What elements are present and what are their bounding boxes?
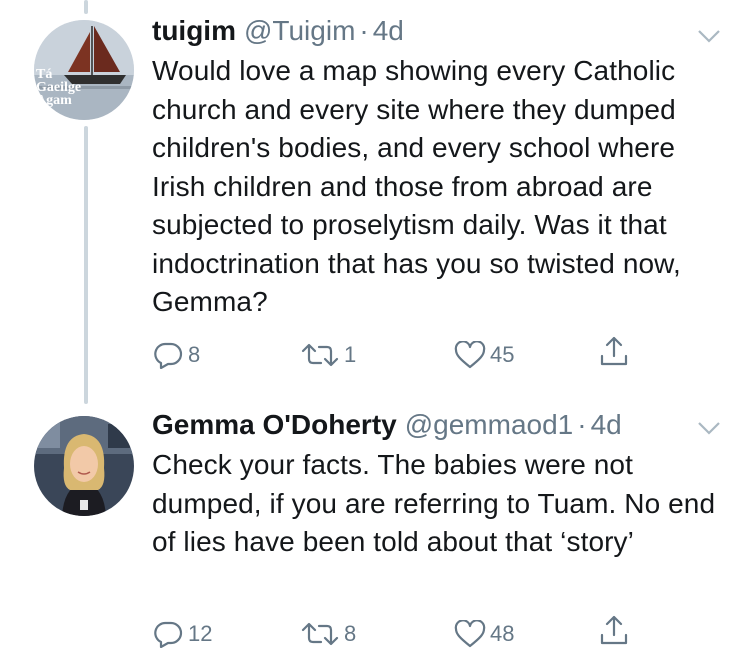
heart-icon xyxy=(454,341,486,369)
heart-icon xyxy=(454,620,486,648)
separator-dot: · xyxy=(577,409,587,440)
reply-button[interactable]: 12 xyxy=(154,617,212,651)
reply-count: 8 xyxy=(188,342,201,367)
avatar-caption: Tá Gaeilge Agam xyxy=(36,67,82,108)
retweet-button[interactable]: 1 xyxy=(300,338,356,372)
like-count: 45 xyxy=(490,342,515,367)
like-count: 48 xyxy=(490,621,515,646)
separator-dot: · xyxy=(359,15,369,46)
tweet[interactable]: Gemma O'Doherty @gemmaod1 · 4d Check you… xyxy=(0,400,750,671)
display-name[interactable]: Gemma O'Doherty xyxy=(152,408,397,442)
reply-button[interactable]: 8 xyxy=(154,338,200,372)
timestamp[interactable]: 4d xyxy=(591,408,622,442)
tweet[interactable]: Tá Gaeilge Agam tuigim @Tuigim · 4d Woul… xyxy=(0,0,750,400)
avatar[interactable]: Tá Gaeilge Agam xyxy=(34,20,134,120)
action-bar: 12 8 48 xyxy=(152,615,652,651)
reply-count: 12 xyxy=(188,621,213,646)
share-icon xyxy=(600,336,628,366)
user-handle[interactable]: @gemmaod1 xyxy=(405,408,574,442)
retweet-button[interactable]: 8 xyxy=(300,617,356,651)
display-name[interactable]: tuigim xyxy=(152,14,236,48)
share-icon xyxy=(600,615,628,645)
tweet-header: tuigim @Tuigim · 4d xyxy=(152,14,732,48)
reply-icon xyxy=(154,621,183,648)
share-button[interactable] xyxy=(598,613,630,647)
reply-icon xyxy=(154,342,183,369)
like-button[interactable]: 48 xyxy=(454,617,514,651)
action-bar: 8 1 45 xyxy=(152,336,652,372)
retweet-icon xyxy=(301,622,339,646)
timestamp[interactable]: 4d xyxy=(373,14,404,48)
chevron-down-icon[interactable] xyxy=(696,418,722,438)
chevron-down-icon[interactable] xyxy=(696,26,722,46)
retweet-count: 8 xyxy=(344,621,357,646)
tweet-text: Would love a map showing every Catholic … xyxy=(152,55,681,317)
profile-photo xyxy=(34,416,134,516)
tweet-text: Check your facts. The babies were not du… xyxy=(152,449,716,557)
retweet-icon xyxy=(301,343,339,367)
avatar[interactable] xyxy=(34,416,134,516)
like-button[interactable]: 45 xyxy=(454,338,514,372)
tweet-header: Gemma O'Doherty @gemmaod1 · 4d xyxy=(152,408,732,442)
retweet-count: 1 xyxy=(344,342,357,367)
share-button[interactable] xyxy=(598,334,630,368)
user-handle[interactable]: @Tuigim xyxy=(244,14,355,48)
